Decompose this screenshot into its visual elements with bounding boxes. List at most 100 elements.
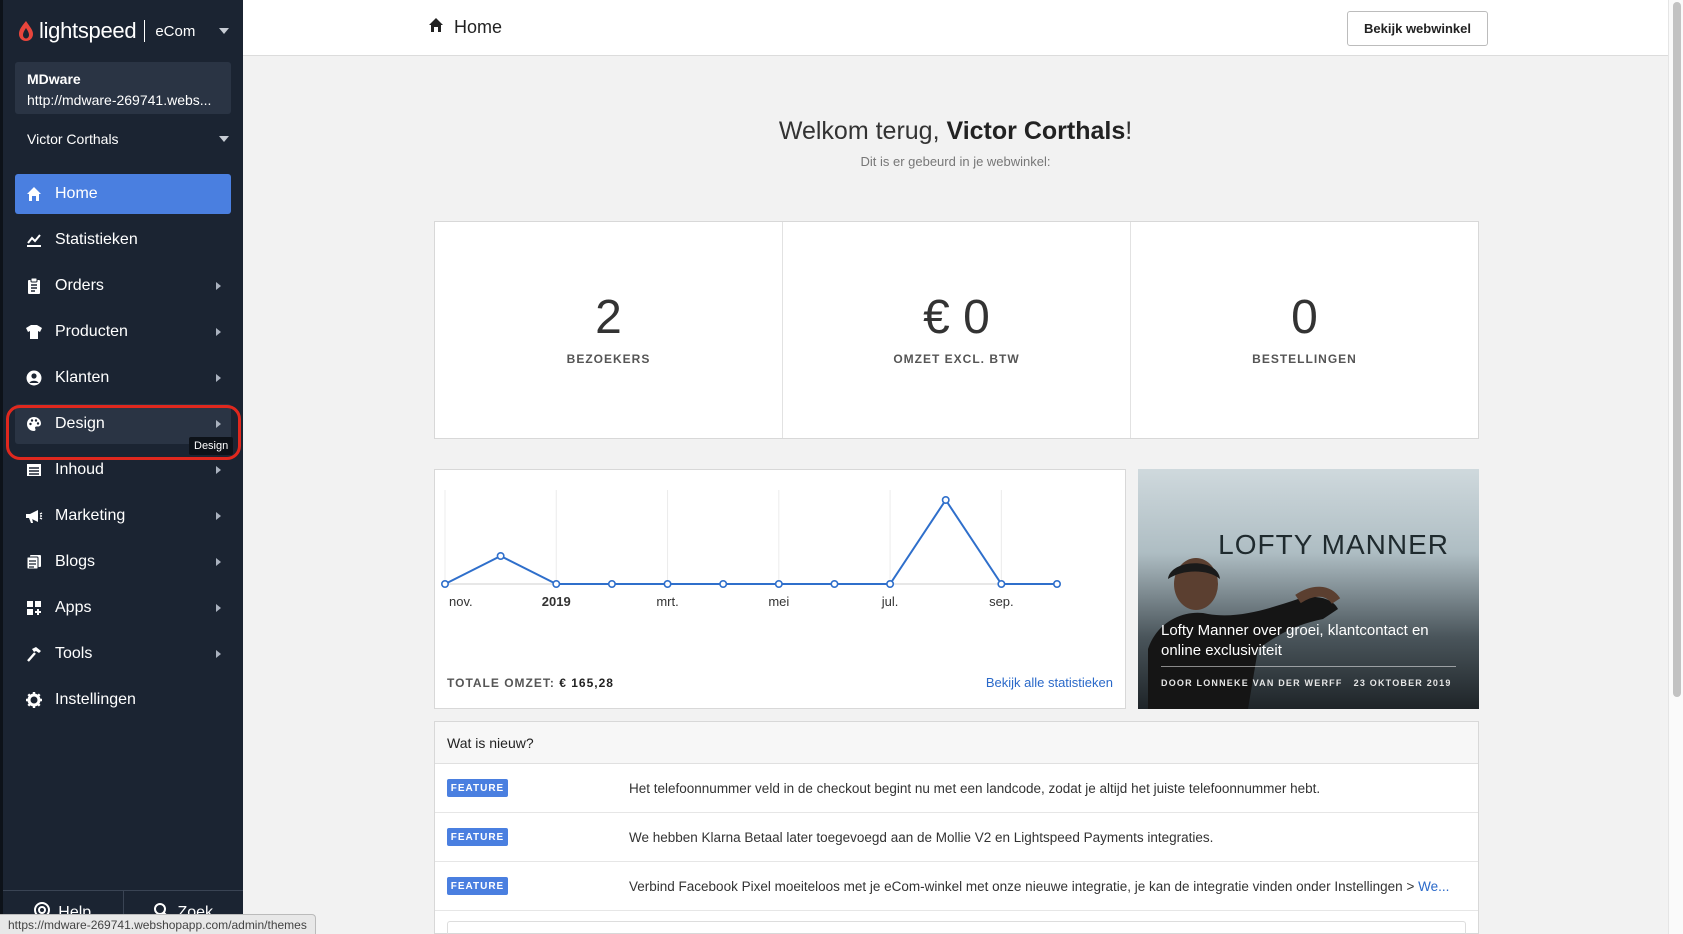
sidebar-item-statistieken[interactable]: Statistieken [15,220,231,260]
chart-point[interactable] [1052,580,1061,589]
lightspeed-logo-icon [19,21,33,41]
sidebar-item-instellingen[interactable]: Instellingen [15,680,231,720]
stat-visitors: 2 BEZOEKERS [435,222,783,438]
welcome-name: Victor Corthals [946,117,1126,145]
stat-value: € 0 [923,291,990,344]
news-item[interactable]: FEATURE We hebben Klarna Betaal later to… [435,813,1478,862]
sidebar-item-label: Marketing [55,507,126,524]
chart-tick-label: mrt. [656,594,678,609]
feature-badge: FEATURE [447,828,508,846]
stat-revenue: € 0 OMZET EXCL. BTW [783,222,1131,438]
sidebar-item-producten[interactable]: Producten [15,312,231,352]
sidebar: lightspeed eCom MDware http://mdware-269… [0,0,243,934]
news-extra-box [447,921,1466,934]
chart-point[interactable] [441,580,450,589]
home-icon [428,17,444,38]
sidebar-item-label: Orders [55,277,104,294]
brand-switcher[interactable]: lightspeed eCom [3,0,243,62]
shirt-icon [25,323,43,341]
blog-divider [1161,666,1456,667]
welcome-heading: Welkom terug, Victor Corthals! [243,117,1668,146]
news-item[interactable]: FEATURE Verbind Facebook Pixel moeiteloo… [435,862,1478,911]
shop-url: http://mdware-269741.webs... [27,92,212,108]
chart-point[interactable] [774,580,783,589]
sidebar-item-label: Inhoud [55,461,104,478]
shop-selector[interactable]: MDware http://mdware-269741.webs... [15,62,231,114]
sidebar-item-label: Tools [55,645,93,662]
view-all-stats-link[interactable]: Bekijk alle statistieken [986,675,1113,690]
news-text-body: Verbind Facebook Pixel moeiteloos met je… [629,878,1419,894]
chart-point[interactable] [997,580,1006,589]
brand-name: lightspeed [39,18,137,43]
sidebar-item-label: Statistieken [55,231,138,248]
sidebar-item-label: Apps [55,599,92,616]
chart-point[interactable] [607,580,616,589]
news-more-link[interactable]: We... [1418,879,1449,894]
chevron-down-icon [219,28,229,34]
chevron-right-icon [216,420,221,428]
chart-series-line [444,498,1057,585]
gear-icon [25,691,43,709]
hammer-icon [25,645,43,663]
stat-label: OMZET EXCL. BTW [893,352,1020,366]
blog-author: DOOR LONNEKE VAN DER WERFF [1161,678,1343,688]
sidebar-item-orders[interactable]: Orders [15,266,231,306]
chart-point[interactable] [886,580,895,589]
palette-icon [25,415,43,433]
chart-tick-label: mei [768,594,789,609]
whats-new-panel: Wat is nieuw? FEATURE Het telefoonnummer… [434,721,1479,934]
chevron-right-icon [216,512,221,520]
whats-new-title: Wat is nieuw? [435,722,1478,764]
chevron-right-icon [216,328,221,336]
chart-tick-label: nov. [449,594,473,609]
blog-title: Lofty Manner over groei, klantcontact en… [1161,622,1429,659]
news-text: Verbind Facebook Pixel moeiteloos met je… [629,879,1449,894]
sidebar-item-label: Instellingen [55,691,136,708]
chevron-down-icon [219,136,229,142]
sidebar-item-home[interactable]: Home [15,174,231,214]
chevron-right-icon [216,374,221,382]
scrollbar-thumb[interactable] [1673,2,1681,697]
user-name: Victor Corthals [27,131,119,147]
welcome-suffix: ! [1125,117,1133,145]
sidebar-item-tools[interactable]: Tools [15,634,231,674]
sidebar-item-klanten[interactable]: Klanten [15,358,231,398]
chevron-right-icon [216,650,221,658]
blog-card[interactable]: LOFTY MANNER Lofty Manner over groei, kl… [1138,469,1479,709]
chart-point[interactable] [941,495,950,504]
sidebar-item-inhoud[interactable]: Inhoud [15,450,231,490]
news-item[interactable]: FEATURE Het telefoonnummer veld in de ch… [435,764,1478,813]
content-icon [25,461,43,479]
chart-point[interactable] [719,580,728,589]
stat-value: 2 [595,291,622,344]
chart-point[interactable] [496,552,505,561]
chart-tick-label: jul. [881,594,899,609]
chevron-right-icon [216,558,221,566]
stat-label: BEZOEKERS [566,352,651,366]
chart-point[interactable] [663,580,672,589]
revenue-chart: nov. 2019 mrt. mei jul. sep. [441,490,1061,609]
chart-tick-label: sep. [989,594,1014,609]
stat-orders: 0 BESTELLINGEN [1131,222,1478,438]
chart-point[interactable] [830,580,839,589]
sidebar-item-label: Design [55,415,105,432]
sidebar-item-marketing[interactable]: Marketing [15,496,231,536]
total-revenue-label: TOTALE OMZET: [447,676,560,690]
blog-icon [25,553,43,571]
view-shop-button[interactable]: Bekijk webwinkel [1347,11,1488,46]
scrollbar[interactable] [1668,0,1683,934]
tooltip: Design [189,437,234,455]
welcome-subtitle: Dit is er gebeurd in je webwinkel: [860,154,1051,169]
user-menu[interactable]: Victor Corthals [3,114,243,164]
total-revenue: TOTALE OMZET: € 165,28 [447,676,614,690]
chevron-right-icon [216,466,221,474]
chart-point[interactable] [552,580,561,589]
revenue-chart-card: nov. 2019 mrt. mei jul. sep. TOTALE OMZET: € … [434,469,1126,709]
sidebar-item-apps[interactable]: Apps [15,588,231,628]
clipboard-icon [25,277,43,295]
status-bar-url: https://mdware-269741.webshopapp.com/adm… [0,914,316,934]
news-text: We hebben Klarna Betaal later toegevoegd… [629,829,1214,845]
megaphone-icon [25,507,43,525]
brand-product: eCom [155,22,196,40]
sidebar-item-blogs[interactable]: Blogs [15,542,231,582]
